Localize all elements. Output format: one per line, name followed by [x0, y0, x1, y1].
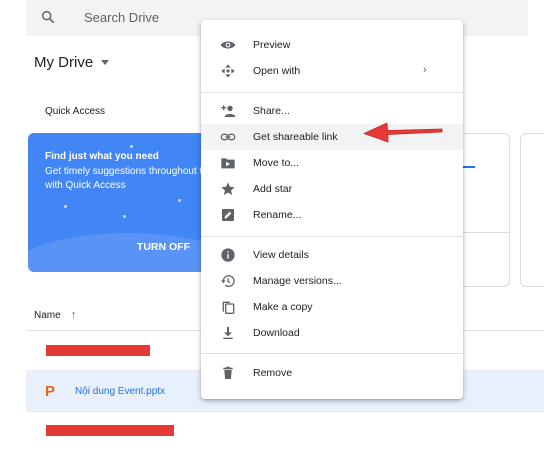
powerpoint-icon: P	[45, 383, 56, 400]
move-arrows-icon	[221, 64, 235, 78]
menu-item-label: Download	[253, 327, 300, 339]
menu-item-label: Open with	[253, 65, 301, 77]
menu-item-label: Preview	[253, 39, 291, 51]
suggested-file-card[interactable]	[520, 133, 544, 287]
link-icon	[220, 133, 236, 141]
star-icon	[221, 182, 235, 195]
menu-item-label: View details	[253, 249, 309, 261]
quick-access-card: Find just what you need Get timely sugge…	[28, 133, 214, 272]
menu-item-label: Share...	[253, 105, 290, 117]
trash-icon	[223, 366, 233, 379]
redaction-bar	[46, 425, 174, 436]
search-input[interactable]: Search Drive	[84, 10, 159, 25]
sparkle-decoration	[123, 215, 126, 218]
turn-off-button[interactable]: TURN OFF	[137, 241, 190, 253]
menu-divider	[201, 92, 463, 93]
menu-item-open-with[interactable]: Open with ›	[201, 58, 463, 84]
context-menu: Preview Open with › Share... Get shareab…	[201, 20, 463, 399]
menu-item-label: Rename...	[253, 209, 302, 221]
chevron-right-icon: ›	[423, 64, 427, 76]
menu-item-rename[interactable]: Rename...	[201, 202, 463, 228]
menu-item-label: Manage versions...	[253, 275, 342, 287]
menu-item-label: Make a copy	[253, 301, 313, 313]
menu-item-remove[interactable]: Remove	[201, 360, 463, 386]
folder-move-icon	[221, 158, 235, 169]
menu-item-add-star[interactable]: Add star	[201, 176, 463, 202]
caret-down-icon	[101, 60, 110, 65]
menu-item-view-details[interactable]: View details	[201, 242, 463, 268]
download-icon	[223, 327, 233, 339]
sparkle-decoration	[130, 145, 133, 148]
eye-icon	[220, 41, 236, 49]
my-drive-dropdown[interactable]: My Drive	[34, 54, 110, 71]
redaction-bar	[46, 345, 150, 356]
menu-item-label: Add star	[253, 183, 293, 195]
menu-item-label: Move to...	[253, 157, 300, 169]
sparkle-decoration	[178, 199, 181, 202]
file-name[interactable]: Nội dung Event.pptx	[75, 386, 165, 397]
page-title: My Drive	[34, 54, 94, 71]
copy-icon	[222, 301, 235, 314]
sparkle-decoration	[64, 205, 67, 208]
menu-divider	[201, 353, 463, 354]
quick-access-card-title: Find just what you need	[45, 151, 159, 162]
quick-access-card-description: Get timely suggestions throughout the da…	[45, 166, 214, 191]
menu-divider	[201, 236, 463, 237]
annotation-arrow-icon	[363, 122, 443, 143]
name-column-label: Name	[34, 309, 61, 321]
thumbnail-line	[461, 166, 475, 168]
search-icon[interactable]	[40, 9, 56, 25]
quick-access-label: Quick Access	[45, 106, 106, 117]
name-column-header[interactable]: Name ↑	[34, 309, 76, 321]
info-icon	[221, 248, 235, 262]
menu-item-make-a-copy[interactable]: Make a copy	[201, 294, 463, 320]
menu-item-manage-versions[interactable]: Manage versions...	[201, 268, 463, 294]
menu-item-download[interactable]: Download	[201, 320, 463, 346]
menu-item-preview[interactable]: Preview	[201, 32, 463, 58]
menu-item-label: Get shareable link	[253, 131, 338, 143]
menu-item-label: Remove	[253, 367, 293, 379]
history-icon	[221, 275, 235, 288]
pencil-icon	[222, 209, 234, 221]
sort-arrow-up-icon[interactable]: ↑	[71, 309, 77, 321]
add-person-icon	[221, 105, 236, 117]
menu-item-move-to[interactable]: Move to...	[201, 150, 463, 176]
